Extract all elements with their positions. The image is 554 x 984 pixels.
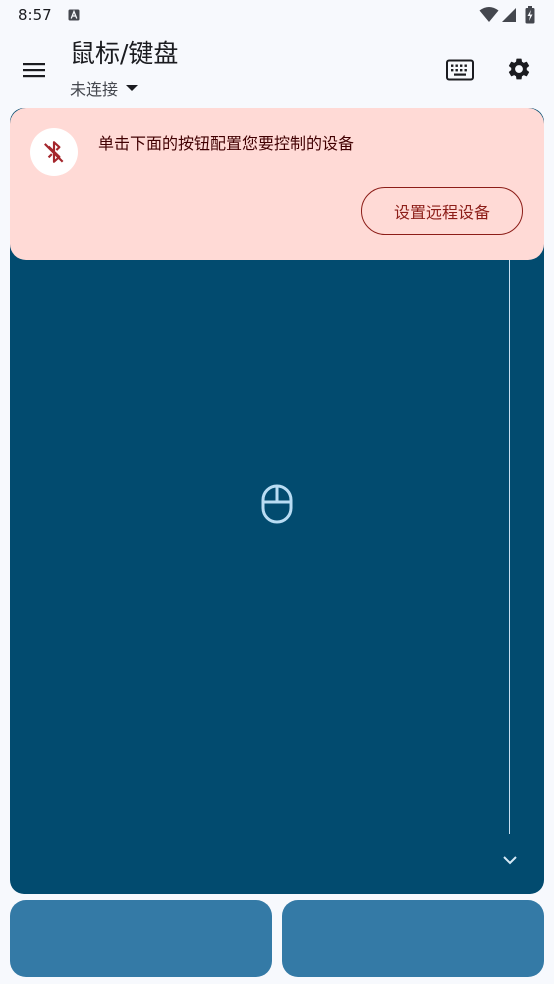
setup-remote-device-button[interactable]: 设置远程设备	[361, 187, 523, 235]
menu-button[interactable]	[14, 50, 54, 90]
connection-status: 未连接	[70, 80, 119, 99]
setup-banner: 单击下面的按钮配置您要控制的设备 设置远程设备	[10, 108, 544, 260]
battery-charging-icon	[525, 6, 535, 24]
keyboard-icon	[446, 59, 474, 81]
settings-icon	[508, 58, 530, 80]
bluetooth-disabled-icon	[44, 141, 64, 163]
settings-button[interactable]	[499, 49, 539, 89]
keyboard-button[interactable]	[440, 50, 480, 90]
left-click-button[interactable]	[10, 900, 272, 977]
scroll-strip[interactable]	[509, 258, 510, 834]
connection-dropdown[interactable]: 未连接	[70, 76, 139, 100]
banner-message: 单击下面的按钮配置您要控制的设备	[98, 134, 355, 153]
status-time: 8:57	[18, 6, 52, 24]
status-bar: 8:57	[0, 0, 554, 30]
app-bar: 鼠标/键盘 未连接	[0, 30, 554, 106]
status-icons	[477, 6, 537, 24]
chevron-down-icon[interactable]	[500, 850, 520, 870]
wifi-icon	[479, 7, 499, 22]
dropdown-arrow-icon	[126, 85, 139, 91]
banner-icon-container	[30, 128, 78, 176]
page-title: 鼠标/键盘	[70, 39, 179, 68]
mouse-icon	[261, 484, 293, 524]
menu-icon	[23, 63, 45, 78]
right-click-button[interactable]	[282, 900, 544, 977]
signal-icon	[502, 8, 516, 22]
accessibility-a-icon	[68, 9, 80, 21]
